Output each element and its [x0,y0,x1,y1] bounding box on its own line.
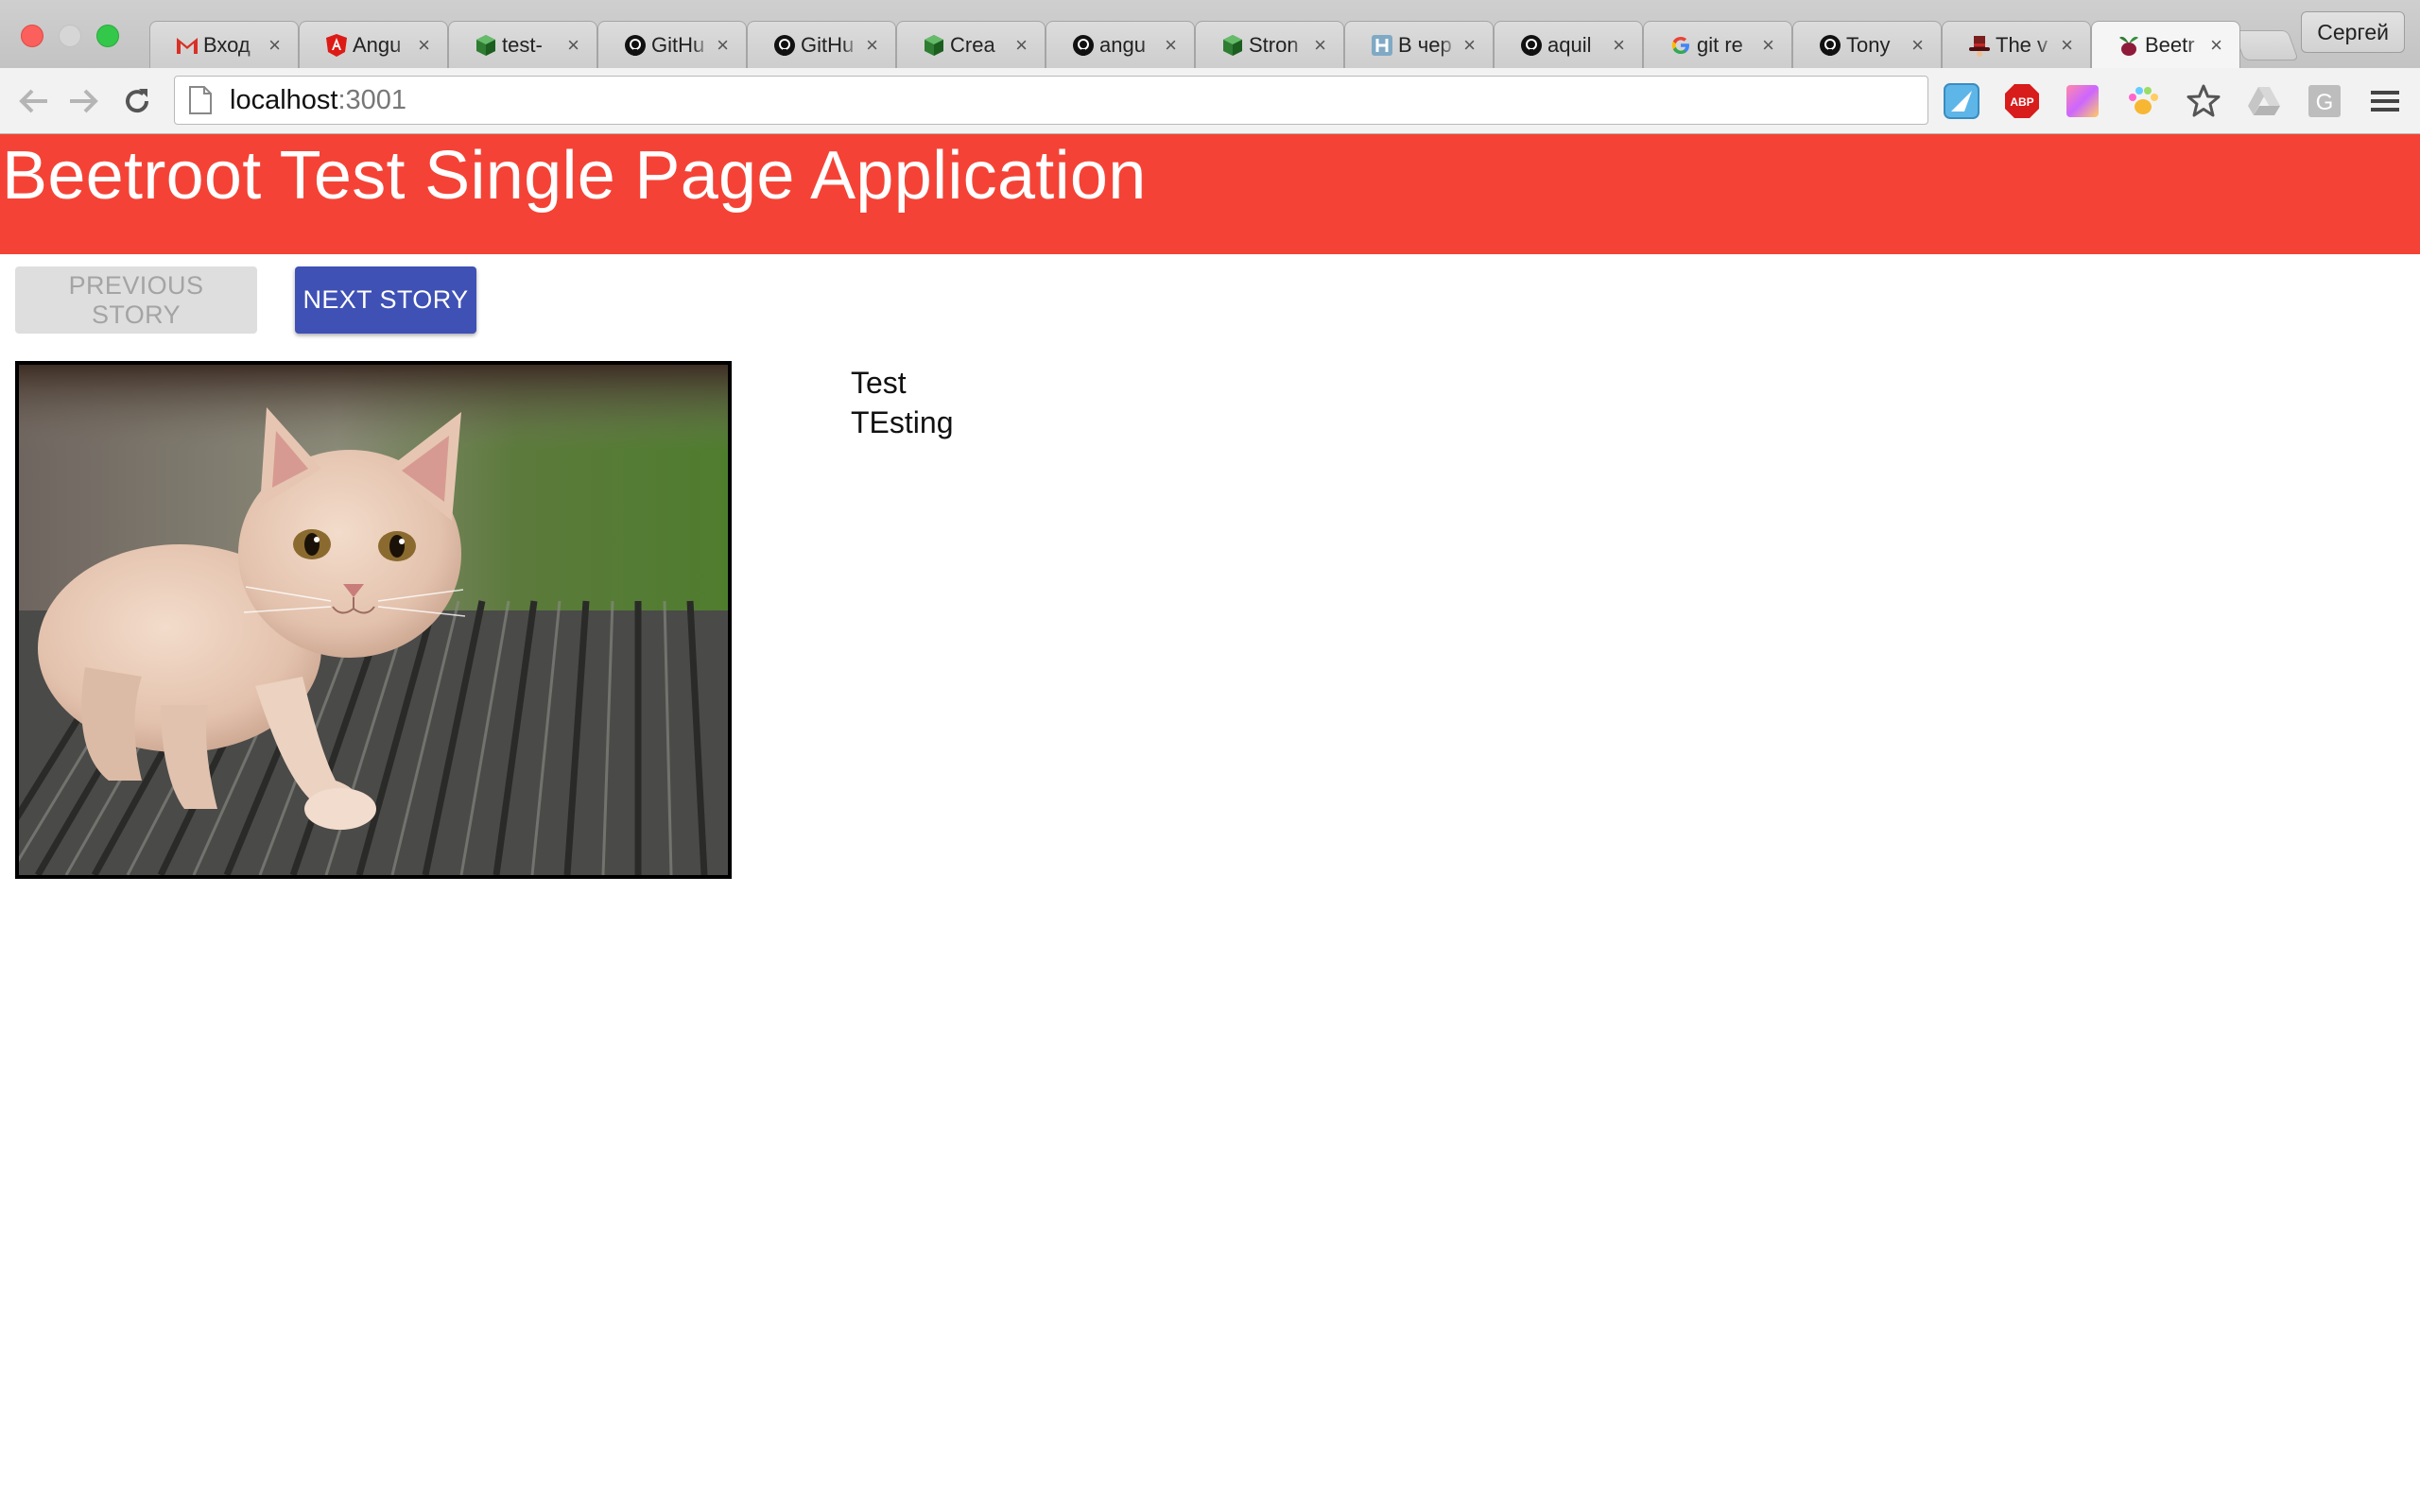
tab-close-icon[interactable]: × [567,33,579,58]
tab-close-icon[interactable]: × [1762,33,1774,58]
browser-toolbar: localhost:3001 ABP G [0,68,2420,134]
browser-tab[interactable]: GitHu × [597,21,747,68]
tab-title: Crea [950,32,995,57]
github-icon [623,33,648,58]
url-host: localhost [230,84,338,115]
tab-close-icon[interactable]: × [1015,33,1028,58]
close-window-button[interactable] [21,25,43,47]
maximize-window-button[interactable] [96,25,119,47]
browser-tab[interactable]: aquil × [1494,21,1643,68]
browser-tab[interactable]: Angu × [299,21,448,68]
story-line: Test [851,366,907,400]
habr-icon [1370,33,1394,58]
extension-g-icon[interactable]: G [2307,83,2342,119]
tab-list: Вход × Angu × test- × GitHu × GitHu × Cr… [149,21,2240,68]
tab-title: Angu [353,32,402,57]
tab-close-icon[interactable]: × [866,33,878,58]
tab-title: Beetr [2145,32,2195,57]
address-bar[interactable]: localhost:3001 [174,76,1928,125]
minimize-window-button[interactable] [59,25,81,47]
arrow-left-icon [19,89,47,113]
drive-icon[interactable] [2246,83,2282,119]
tab-title: angu [1099,32,1146,57]
back-button[interactable] [13,81,53,121]
page-title: Beetroot Test Single Page Application [2,138,1147,214]
github-icon [1818,33,1842,58]
cube-icon [474,33,498,58]
story-text: Test TEsting [851,363,953,442]
browser-tab[interactable]: test- × [448,21,597,68]
tab-title: aquil [1547,32,1592,57]
tab-close-icon[interactable]: × [1613,33,1625,58]
tab-close-icon[interactable]: × [717,33,729,58]
browser-tab[interactable]: The v × [1942,21,2091,68]
app-header: Beetroot Test Single Page Application [0,134,2420,254]
cube-icon [922,33,946,58]
tab-title: GitHu [651,32,705,57]
forward-button[interactable] [64,81,104,121]
tab-title: test- [502,32,543,57]
story-image [15,361,732,879]
browser-tab[interactable]: Stron × [1195,21,1344,68]
menu-icon[interactable] [2367,83,2403,119]
browser-tab-strip: Вход × Angu × test- × GitHu × GitHu × Cr… [0,0,2420,68]
adblock-icon[interactable]: ABP [2004,83,2040,119]
cube-icon [1220,33,1245,58]
kitten-photo [19,365,728,875]
tab-close-icon[interactable]: × [268,33,281,58]
story-line: TEsting [851,405,954,439]
bookmark-star-icon[interactable] [2186,83,2221,119]
tab-title: GitHu [801,32,855,57]
new-tab-button[interactable] [2233,30,2299,60]
tab-close-icon[interactable]: × [2210,33,2222,58]
browser-tab[interactable]: angu × [1046,21,1195,68]
tab-title: Stron [1249,32,1299,57]
github-icon [1071,33,1096,58]
browser-tab[interactable]: Tony × [1792,21,1942,68]
svg-text:ABP: ABP [2010,95,2033,109]
svg-text:G: G [2316,90,2334,115]
profile-button[interactable]: Сергей [2301,11,2405,53]
tab-title: Вход [203,32,251,57]
extension-bird-icon[interactable] [1944,83,1979,119]
github-icon [1519,33,1544,58]
browser-tab[interactable]: git re × [1643,21,1792,68]
google-icon [1668,33,1693,58]
browser-tab[interactable]: Вход × [149,21,299,68]
tab-title: В чер [1398,32,1452,57]
paw-icon[interactable] [2125,83,2161,119]
browser-tab[interactable]: GitHu × [747,21,896,68]
tab-title: Tony [1846,32,1891,57]
url-port: :3001 [337,84,407,115]
hat-icon [1967,33,1992,58]
browser-tab-active[interactable]: Beetr × [2091,21,2240,68]
next-story-button[interactable]: NEXT STORY [295,266,476,334]
tab-close-icon[interactable]: × [1165,33,1177,58]
angular-icon [324,33,349,58]
page-icon [189,86,212,114]
tab-close-icon[interactable]: × [1463,33,1476,58]
beetroot-icon [2117,33,2141,58]
previous-story-button[interactable]: PREVIOUS STORY [15,266,257,334]
github-icon [772,33,797,58]
reload-icon [126,89,149,113]
gmail-icon [175,33,199,58]
tab-close-icon[interactable]: × [2061,33,2073,58]
browser-tab[interactable]: Crea × [896,21,1046,68]
tab-title: git re [1697,32,1743,57]
arrow-right-icon [70,89,98,113]
tab-close-icon[interactable]: × [1911,33,1924,58]
tab-title: The v [1996,32,2048,57]
browser-tab[interactable]: В чер × [1344,21,1494,68]
tab-close-icon[interactable]: × [418,33,430,58]
tab-close-icon[interactable]: × [1314,33,1326,58]
reload-button[interactable] [117,81,157,121]
color-picker-icon[interactable] [2065,83,2100,119]
